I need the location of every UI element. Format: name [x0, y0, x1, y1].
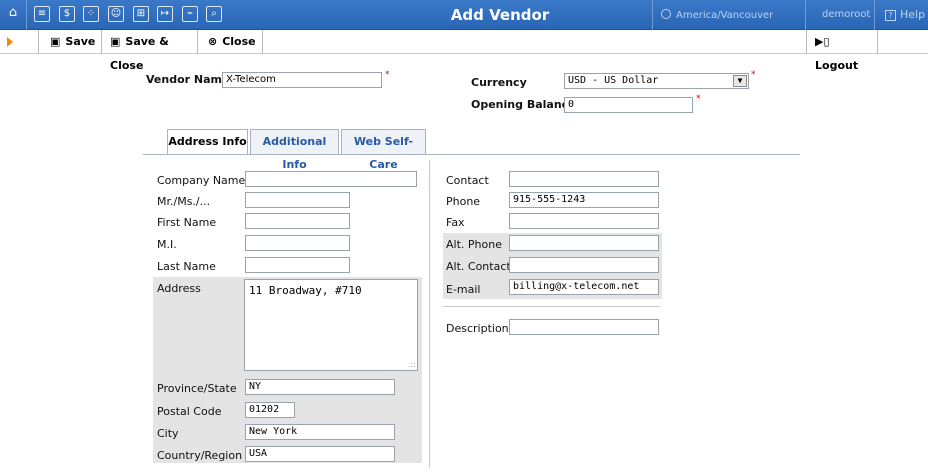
province-label: Province/State	[157, 382, 237, 395]
play-arrow-icon	[7, 37, 13, 47]
divider	[652, 0, 653, 30]
resize-grip-icon[interactable]: .::	[408, 360, 416, 369]
divider	[805, 0, 806, 30]
person-icon[interactable]: ☺	[108, 6, 124, 22]
alt-phone-label: Alt. Phone	[446, 238, 502, 251]
province-input[interactable]: NY	[245, 379, 395, 395]
required-mark: *	[696, 94, 701, 104]
disk-icon: ▣	[50, 35, 61, 48]
required-mark: *	[751, 70, 756, 80]
description-label: Description	[446, 322, 509, 335]
toolbar: ▣ Save ▣ Save & Close ⊗ Close ▶▯ Logout	[0, 30, 928, 72]
dollar-icon[interactable]: $	[59, 6, 75, 22]
postal-code-label: Postal Code	[157, 405, 222, 418]
alt-contact-label: Alt. Contact	[446, 260, 511, 273]
divider	[443, 306, 660, 307]
currency-value: USD - US Dollar	[568, 75, 659, 86]
page-title: Add Vendor	[450, 6, 550, 24]
first-name-label: First Name	[157, 216, 217, 229]
last-name-label: Last Name	[157, 260, 216, 273]
currency-select[interactable]: USD - US Dollar ▼	[564, 73, 749, 89]
logout-label: Logout	[815, 59, 859, 72]
close-button[interactable]: ⊗ Close	[198, 30, 263, 54]
middle-initial-label: M.I.	[157, 238, 177, 251]
tab-address-info[interactable]: Address Info	[167, 129, 248, 155]
tab-underline	[143, 154, 800, 155]
opening-balance-label: Opening Balance	[471, 98, 576, 111]
required-mark: *	[385, 70, 390, 80]
timezone-label: America/Vancouver	[676, 10, 774, 21]
logout-button[interactable]: ▶▯ Logout	[807, 30, 878, 72]
hierarchy-icon[interactable]: ⊞	[133, 6, 149, 22]
fax-label: Fax	[446, 216, 465, 229]
city-label: City	[157, 427, 179, 440]
column-divider	[429, 160, 430, 468]
phone-label: Phone	[446, 195, 481, 208]
contact-label: Contact	[446, 174, 489, 187]
postal-code-input[interactable]: 01202	[245, 402, 295, 418]
tab-web-self-care[interactable]: Web Self-Care	[341, 129, 426, 171]
tab-additional-info[interactable]: Additional Info	[250, 129, 339, 171]
network-icon[interactable]: ⁘	[83, 6, 99, 22]
phone-input[interactable]: 915-555-1243	[509, 192, 659, 208]
close-label: Close	[222, 35, 256, 48]
disk-icon: ▣	[110, 35, 121, 48]
help-label: Help	[900, 8, 926, 21]
salutation-label: Mr./Ms./...	[157, 195, 211, 208]
vendor-name-input[interactable]: X-Telecom	[222, 72, 382, 88]
logout-icon: ▶▯	[815, 35, 830, 48]
contact-input[interactable]	[509, 171, 659, 187]
company-name-input[interactable]	[245, 171, 417, 187]
save-close-button[interactable]: ▣ Save & Close	[102, 30, 198, 72]
save-button[interactable]: ▣ Save	[40, 30, 102, 54]
currency-label: Currency	[471, 76, 527, 89]
save-label: Save	[65, 35, 96, 48]
email-input[interactable]: billing@x-telecom.net	[509, 279, 659, 295]
first-name-input[interactable]	[245, 213, 350, 229]
chart-icon[interactable]: ⌁	[182, 6, 198, 22]
opening-balance-input[interactable]: 0	[564, 97, 693, 113]
country-label: Country/Region	[157, 449, 243, 462]
timezone-link[interactable]: America/Vancouver	[661, 9, 773, 21]
menu-toggle[interactable]	[0, 30, 39, 54]
fax-input[interactable]	[509, 213, 659, 229]
divider	[26, 0, 27, 30]
country-input[interactable]: USA	[245, 446, 395, 462]
last-name-input[interactable]	[245, 257, 350, 273]
alt-phone-input[interactable]	[509, 235, 659, 251]
help-icon: ?	[885, 10, 896, 21]
user-link[interactable]: demoroot	[822, 9, 870, 20]
alt-contact-input[interactable]	[509, 257, 659, 273]
close-circle-icon: ⊗	[208, 35, 218, 48]
description-input[interactable]	[509, 319, 659, 335]
vendor-name-label: Vendor Name	[146, 73, 230, 86]
middle-initial-input[interactable]	[245, 235, 350, 251]
help-link[interactable]: ? Help	[885, 8, 925, 21]
export-icon[interactable]: ↦	[157, 6, 173, 22]
address-textarea[interactable]	[244, 279, 418, 371]
salutation-input[interactable]	[245, 192, 350, 208]
company-name-label: Company Name	[157, 174, 246, 187]
city-input[interactable]: New York	[245, 424, 395, 440]
address-label: Address	[157, 282, 201, 295]
home-icon[interactable]: ⌂	[5, 6, 21, 22]
chevron-down-icon[interactable]: ▼	[733, 75, 747, 87]
divider	[874, 0, 875, 30]
clock-icon	[661, 9, 671, 19]
search-icon[interactable]: ⌕	[206, 6, 222, 22]
document-icon[interactable]: ≡	[34, 6, 50, 22]
top-navigation-bar: ⌂ ≡ $ ⁘ ☺ ⊞ ↦ ⌁ ⌕ Add Vendor America/Van…	[0, 0, 928, 30]
email-label: E-mail	[446, 283, 481, 296]
